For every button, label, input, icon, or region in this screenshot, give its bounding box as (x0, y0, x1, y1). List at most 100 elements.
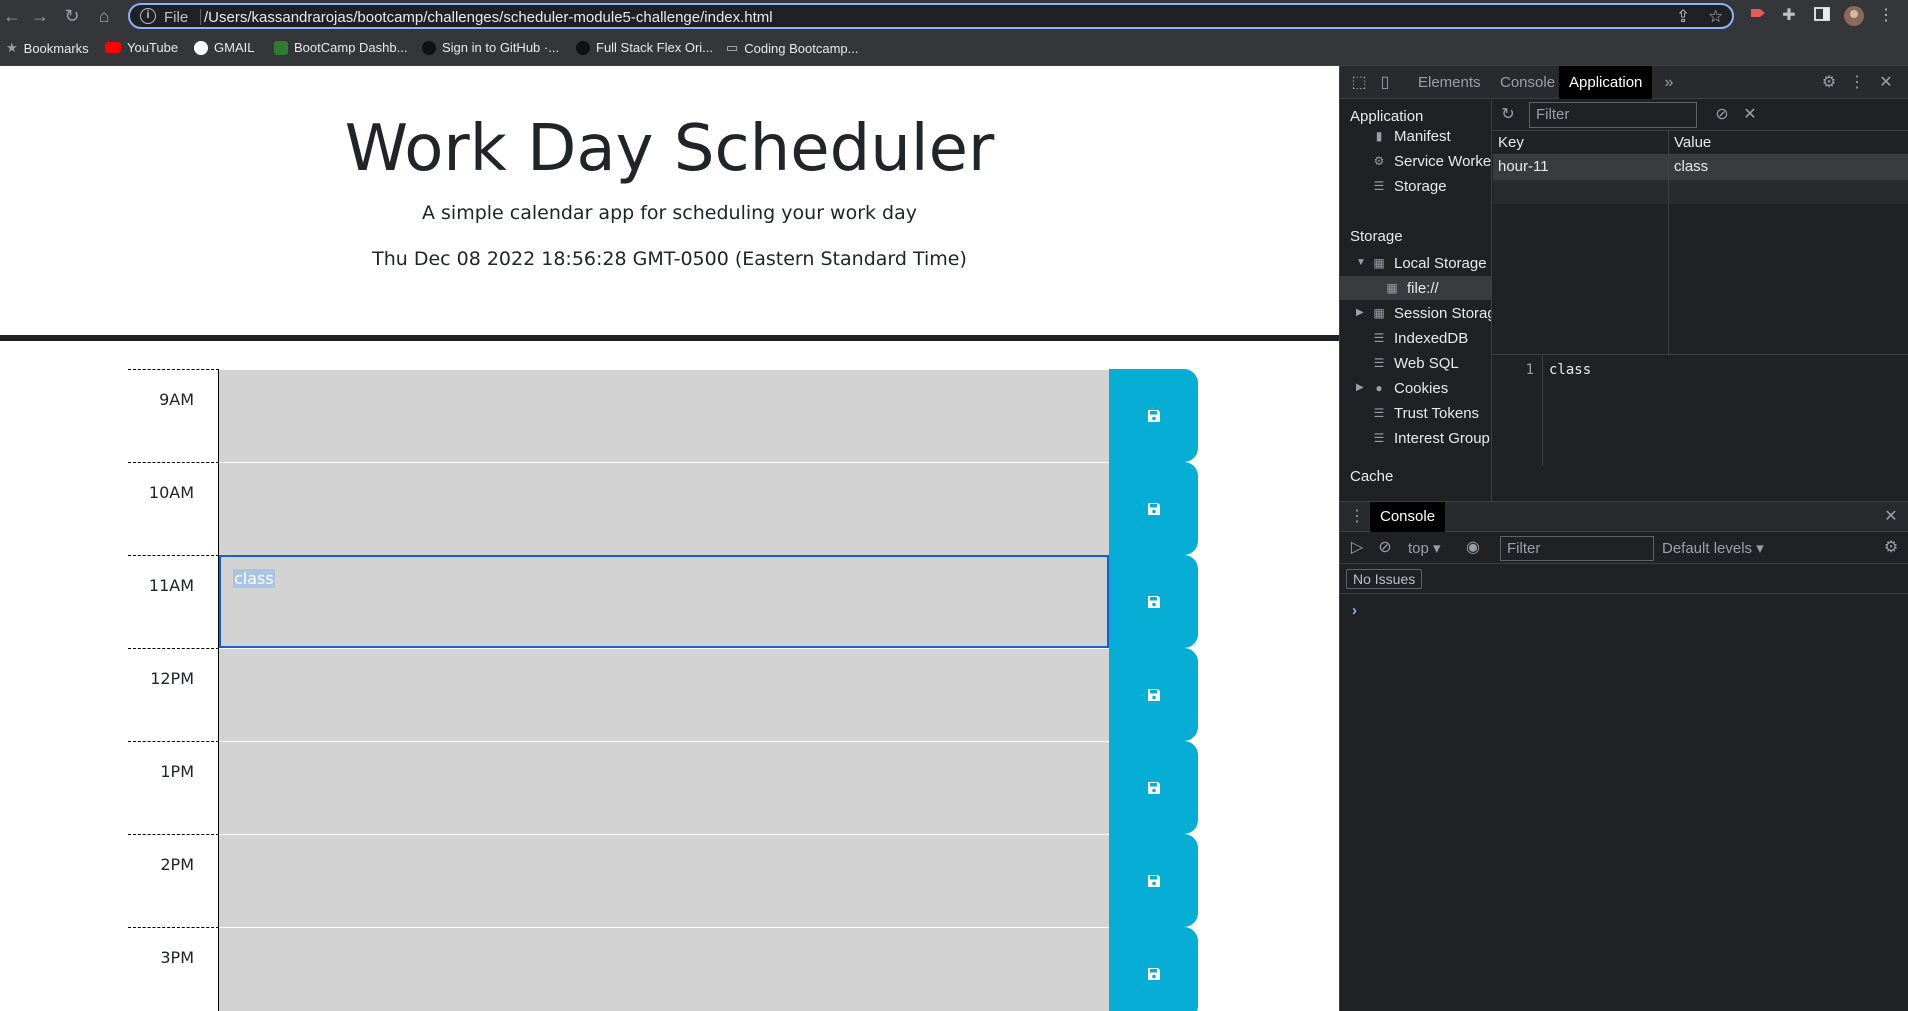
bookmark-item[interactable]: Sign in to GitHub ·... (422, 40, 559, 55)
sidebar-header-storage: Storage (1350, 228, 1403, 245)
side-panel-icon[interactable] (1812, 6, 1832, 26)
refresh-icon[interactable]: ↻ (1497, 104, 1519, 126)
description-textarea[interactable] (219, 741, 1109, 834)
description-textarea[interactable] (219, 462, 1109, 555)
description-textarea[interactable] (219, 927, 1109, 1011)
drawer-tab-console[interactable]: Console (1370, 502, 1446, 532)
save-button[interactable] (1109, 369, 1198, 462)
clear-all-icon[interactable]: ⊘ (1711, 104, 1733, 126)
browser-menu-icon[interactable]: ⋮ (1876, 6, 1896, 26)
jumbotron-header: Work Day Scheduler A simple calendar app… (0, 66, 1339, 341)
close-drawer-icon[interactable]: ✕ (1880, 506, 1902, 528)
site-icon (274, 40, 288, 55)
more-tabs-icon[interactable]: » (1658, 72, 1680, 94)
description-textarea[interactable]: class (219, 555, 1109, 648)
sidebar-item-storage[interactable]: ☰ Storage (1372, 174, 1447, 198)
context-selector[interactable]: top ▾ (1408, 539, 1441, 557)
bookmark-item[interactable]: BootCamp Dashb... (274, 40, 407, 55)
sidebar-item-session-storage[interactable]: ▦ Session Storag (1372, 301, 1491, 325)
drawer-menu-icon[interactable]: ⋮ (1346, 506, 1368, 528)
time-block: 11AM class (128, 555, 1198, 648)
tab-console[interactable]: Console (1490, 66, 1565, 99)
bookmarks-bar: ★ Bookmarks YouTube GMAIL BootCamp Dashb.… (0, 32, 1908, 66)
collapse-triangle-icon[interactable]: ▶ (1356, 382, 1364, 393)
console-settings-gear-icon[interactable]: ⚙ (1880, 537, 1902, 559)
collapse-triangle-icon[interactable]: ▶ (1356, 307, 1364, 318)
save-button[interactable] (1109, 648, 1198, 741)
clear-console-icon[interactable]: ⊘ (1374, 537, 1396, 559)
description-textarea[interactable] (219, 369, 1109, 462)
log-levels-dropdown[interactable]: Default levels ▾ (1662, 539, 1764, 557)
description-textarea[interactable] (219, 834, 1109, 927)
profile-avatar[interactable] (1844, 6, 1864, 26)
recorder-extension-icon[interactable] (1748, 6, 1768, 26)
preview-value: class (1549, 362, 1592, 378)
extensions-puzzle-icon[interactable]: ✚ (1779, 6, 1799, 26)
page-viewport: Work Day Scheduler A simple calendar app… (0, 66, 1339, 1011)
device-toolbar-icon[interactable]: ▯ (1374, 72, 1396, 94)
bookmark-item[interactable]: ★ Bookmarks (6, 40, 89, 56)
sidebar-item-local-storage[interactable]: ▦ Local Storage (1372, 251, 1486, 275)
save-button[interactable] (1109, 834, 1198, 927)
sidebar-header-application: Application (1350, 108, 1424, 125)
forward-button[interactable]: → (28, 4, 52, 28)
empty-table-row[interactable] (1493, 180, 1908, 204)
inspect-element-icon[interactable]: ⬚ (1348, 72, 1370, 94)
storage-filter-input[interactable]: Filter (1529, 102, 1697, 128)
line-number: 1 (1493, 356, 1543, 466)
star-icon: ★ (6, 40, 18, 55)
sidebar-item-indexeddb[interactable]: ☰ IndexedDB (1372, 326, 1469, 350)
column-header-value[interactable]: Value (1669, 131, 1908, 155)
grid-icon: ▦ (1386, 280, 1398, 295)
save-icon (1147, 502, 1160, 515)
console-filter-input[interactable]: Filter (1500, 536, 1654, 561)
address-bar[interactable]: i File /Users/kassandrarojas/bootcamp/ch… (128, 3, 1734, 29)
delete-selected-icon[interactable]: ✕ (1739, 104, 1761, 126)
url-text[interactable]: /Users/kassandrarojas/bootcamp/challenge… (204, 9, 773, 26)
time-block: 2PM (128, 834, 1198, 927)
share-icon[interactable]: ⇪ (1676, 7, 1690, 27)
console-drawer: ⋮ Console ✕ ▷ ⊘ top ▾ ◉ Filter Default l… (1340, 501, 1908, 1011)
save-icon (1147, 967, 1160, 980)
storage-view: ↻ Filter ⊘ ✕ Key Value hour-11 class 1 c… (1493, 100, 1908, 501)
bookmark-item[interactable]: GMAIL (194, 40, 254, 55)
save-button[interactable] (1109, 462, 1198, 555)
reload-button[interactable]: ↻ (60, 4, 84, 28)
close-devtools-icon[interactable]: ✕ (1875, 72, 1897, 94)
console-prompt[interactable]: › (1352, 602, 1357, 619)
sidebar-item-manifest[interactable]: ▮ Manifest (1372, 124, 1451, 148)
back-button[interactable]: ← (0, 4, 24, 28)
cookie-icon: ● (1375, 380, 1383, 395)
sidebar-item-trust-tokens[interactable]: ☰ Trust Tokens (1372, 401, 1479, 425)
save-button[interactable] (1109, 555, 1198, 648)
sidebar-item-cookies[interactable]: ● Cookies (1372, 376, 1448, 400)
settings-gear-icon[interactable]: ⚙ (1818, 72, 1840, 94)
bookmark-item[interactable]: YouTube (105, 40, 178, 55)
info-icon[interactable]: i (140, 8, 156, 24)
bookmark-item[interactable]: Full Stack Flex Ori... (576, 40, 713, 55)
sidebar-item-file-origin[interactable]: ▦ file:// (1340, 276, 1491, 300)
bookmark-item[interactable]: ▭ Coding Bootcamp... (726, 40, 858, 56)
save-button[interactable] (1109, 927, 1198, 1011)
bookmark-star-icon[interactable]: ☆ (1708, 7, 1723, 27)
devtools-menu-icon[interactable]: ⋮ (1846, 72, 1868, 94)
save-icon (1147, 688, 1160, 701)
address-separator (200, 9, 201, 25)
tab-application[interactable]: Application (1559, 66, 1653, 99)
save-button[interactable] (1109, 741, 1198, 834)
expand-triangle-icon[interactable]: ▼ (1356, 257, 1366, 268)
sidebar-item-web-sql[interactable]: ☰ Web SQL (1372, 351, 1459, 375)
column-header-key[interactable]: Key (1493, 131, 1668, 155)
show-sidebar-icon[interactable]: ▷ (1346, 537, 1368, 559)
description-textarea[interactable] (219, 648, 1109, 741)
sidebar-item-interest-groups[interactable]: ☰ Interest Group (1372, 426, 1490, 450)
time-block: 10AM (128, 462, 1198, 555)
tab-elements[interactable]: Elements (1408, 66, 1491, 99)
table-row[interactable]: hour-11 class (1493, 155, 1908, 180)
home-button[interactable]: ⌂ (92, 4, 116, 28)
database-icon: ☰ (1373, 178, 1385, 193)
save-icon (1147, 595, 1160, 608)
sidebar-item-service-workers[interactable]: ⚙ Service Worke (1372, 149, 1491, 173)
no-issues-badge[interactable]: No Issues (1346, 569, 1423, 589)
live-expression-eye-icon[interactable]: ◉ (1462, 537, 1484, 559)
